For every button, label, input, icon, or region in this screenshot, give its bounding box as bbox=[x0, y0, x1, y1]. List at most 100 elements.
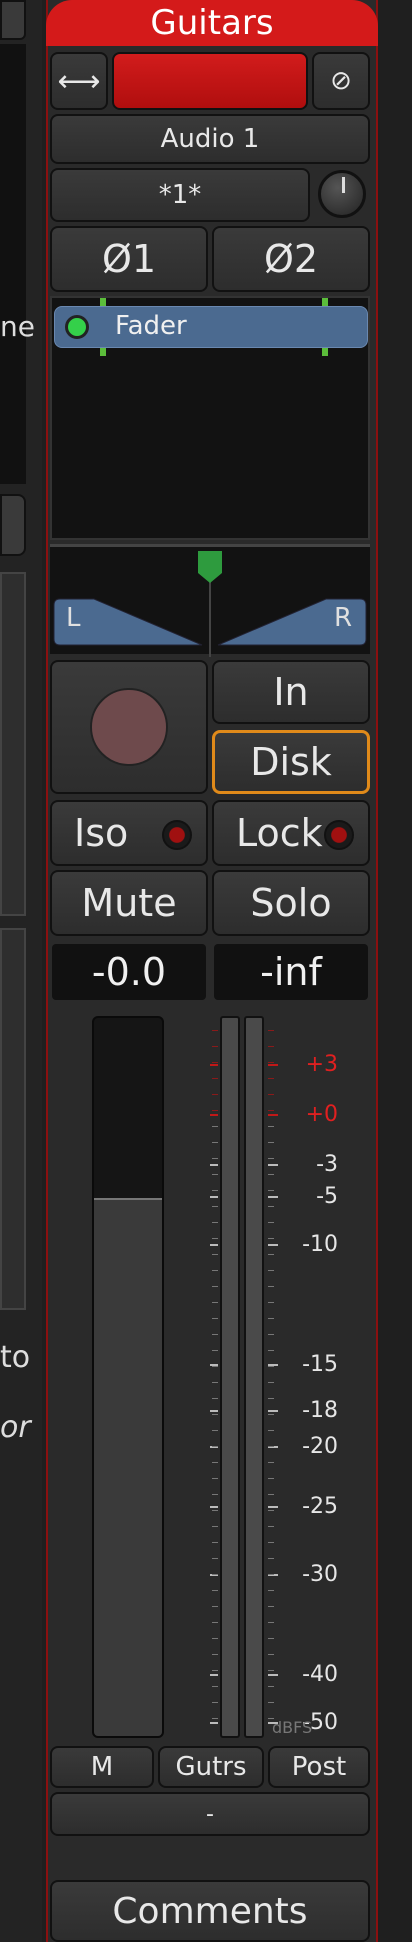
meter-scale-tick bbox=[268, 1506, 278, 1508]
meter-minor-tick bbox=[212, 1158, 218, 1159]
gain-readout[interactable]: -0.0 bbox=[52, 944, 206, 1000]
meter-minor-tick bbox=[268, 1558, 274, 1559]
input-button[interactable]: Audio 1 bbox=[50, 114, 370, 164]
meter-minor-tick bbox=[268, 1686, 274, 1687]
meter-minor-tick bbox=[212, 1046, 218, 1047]
meter-minor-tick bbox=[212, 1174, 218, 1175]
meter-minor-tick bbox=[212, 1126, 218, 1127]
meter-minor-tick bbox=[268, 1398, 274, 1399]
stereo-panner[interactable]: L R bbox=[50, 544, 370, 657]
meter-minor-tick bbox=[212, 1078, 218, 1079]
width-arrows-icon: ⟷ bbox=[57, 63, 101, 99]
meter-minor-tick bbox=[212, 1318, 218, 1319]
meter-minor-tick bbox=[212, 1702, 218, 1703]
meter-scale-tick bbox=[210, 1722, 218, 1724]
meter-minor-tick bbox=[268, 1254, 274, 1255]
phase-invert-button-2[interactable]: Ø2 bbox=[212, 226, 370, 292]
meter-point-button[interactable]: M bbox=[50, 1746, 154, 1788]
meter-scale-label: -30 bbox=[302, 1562, 338, 1587]
meter-scale-label: -5 bbox=[316, 1184, 338, 1209]
iso-led-icon bbox=[162, 820, 192, 850]
meter-minor-tick bbox=[268, 1286, 274, 1287]
comments-button[interactable]: Comments bbox=[50, 1880, 370, 1942]
peak-readout[interactable]: -inf bbox=[214, 944, 368, 1000]
meter-minor-tick bbox=[212, 1142, 218, 1143]
meter-scale-label: -18 bbox=[302, 1398, 338, 1423]
left-neighbor-strip: ne to or bbox=[0, 0, 42, 1942]
record-enable-button[interactable] bbox=[50, 660, 208, 794]
monitor-input-button[interactable]: In bbox=[212, 660, 370, 724]
plugin-active-led-icon[interactable] bbox=[65, 315, 89, 339]
meter-minor-tick bbox=[268, 1078, 274, 1079]
meter-minor-tick bbox=[268, 1382, 274, 1383]
meter-scale-label: -20 bbox=[302, 1434, 338, 1459]
phase-invert-button-1[interactable]: Ø1 bbox=[50, 226, 208, 292]
plugin-connector-left-top bbox=[100, 298, 106, 306]
track-color-button[interactable] bbox=[112, 52, 308, 110]
meter-minor-tick bbox=[268, 1030, 274, 1031]
pan-right-label: R bbox=[334, 603, 353, 633]
vca-group-button[interactable]: Gutrs bbox=[158, 1746, 264, 1788]
solo-button[interactable]: Solo bbox=[212, 870, 370, 936]
plugin-fader[interactable]: Fader bbox=[54, 306, 368, 348]
meter-minor-tick bbox=[212, 1542, 218, 1543]
plugin-connector-left-bottom bbox=[100, 348, 106, 356]
solo-lock-button[interactable]: Lock bbox=[212, 800, 370, 866]
meter-minor-tick bbox=[268, 1430, 274, 1431]
meter-minor-tick bbox=[268, 1206, 274, 1207]
meter-minor-tick bbox=[212, 1430, 218, 1431]
playlist-button[interactable]: *1* bbox=[50, 168, 310, 222]
hide-track-button[interactable]: ⊘ bbox=[312, 52, 370, 110]
meter-scale-tick bbox=[268, 1196, 278, 1198]
meter-minor-tick bbox=[268, 1590, 274, 1591]
panner-graphic-icon bbox=[53, 551, 367, 657]
left-neighbor-button[interactable] bbox=[0, 494, 26, 556]
left-neighbor-top-button[interactable] bbox=[0, 0, 26, 40]
track-name-button[interactable]: Guitars bbox=[46, 0, 378, 46]
meter-minor-tick bbox=[212, 1094, 218, 1095]
meter-minor-tick bbox=[212, 1334, 218, 1335]
meter-minor-tick bbox=[212, 1270, 218, 1271]
meter-minor-tick bbox=[212, 1366, 218, 1367]
meter-minor-tick bbox=[212, 1302, 218, 1303]
meter-minor-tick bbox=[268, 1670, 274, 1671]
meter-minor-tick bbox=[212, 1222, 218, 1223]
meter-minor-tick bbox=[212, 1526, 218, 1527]
meter-minor-tick bbox=[212, 1494, 218, 1495]
mute-button[interactable]: Mute bbox=[50, 870, 208, 936]
meter-minor-tick bbox=[212, 1350, 218, 1351]
strip-width-button[interactable]: ⟷ bbox=[50, 52, 108, 110]
meter-minor-tick bbox=[268, 1414, 274, 1415]
meter-minor-tick bbox=[212, 1590, 218, 1591]
left-neighbor-scroll-1[interactable] bbox=[0, 572, 26, 916]
meter-minor-tick bbox=[268, 1158, 274, 1159]
output-button[interactable]: - bbox=[50, 1792, 370, 1836]
solo-isolate-button[interactable]: Iso bbox=[50, 800, 208, 866]
meter-minor-tick bbox=[212, 1382, 218, 1383]
meter-scale-tick bbox=[268, 1410, 278, 1412]
meter-minor-tick bbox=[212, 1030, 218, 1031]
meter-minor-tick bbox=[268, 1142, 274, 1143]
meter-minor-tick bbox=[212, 1670, 218, 1671]
monitor-disk-button[interactable]: Disk bbox=[212, 730, 370, 794]
plugin-connector-right-top bbox=[322, 298, 328, 306]
meter-scale-tick bbox=[210, 1064, 218, 1066]
meter-minor-tick bbox=[268, 1222, 274, 1223]
meter-scale-tick bbox=[268, 1674, 278, 1676]
meter-scale-tick bbox=[210, 1244, 218, 1246]
meter-post-button[interactable]: Post bbox=[268, 1746, 370, 1788]
meter-minor-tick bbox=[212, 1398, 218, 1399]
trim-knob[interactable] bbox=[318, 170, 366, 218]
trim-knob-indicator bbox=[342, 177, 345, 193]
meter-minor-tick bbox=[212, 1574, 218, 1575]
meter-minor-tick bbox=[268, 1494, 274, 1495]
meter-scale-tick bbox=[210, 1410, 218, 1412]
iso-label: Iso bbox=[74, 811, 129, 855]
meter-minor-tick bbox=[268, 1094, 274, 1095]
left-neighbor-scroll-2[interactable] bbox=[0, 928, 26, 1310]
gain-fader[interactable] bbox=[92, 1016, 164, 1738]
processor-box[interactable]: Fader bbox=[50, 296, 370, 540]
left-neighbor-label: ne bbox=[0, 310, 35, 343]
meter-minor-tick bbox=[268, 1478, 274, 1479]
plugin-connector-right-bottom bbox=[322, 348, 328, 356]
